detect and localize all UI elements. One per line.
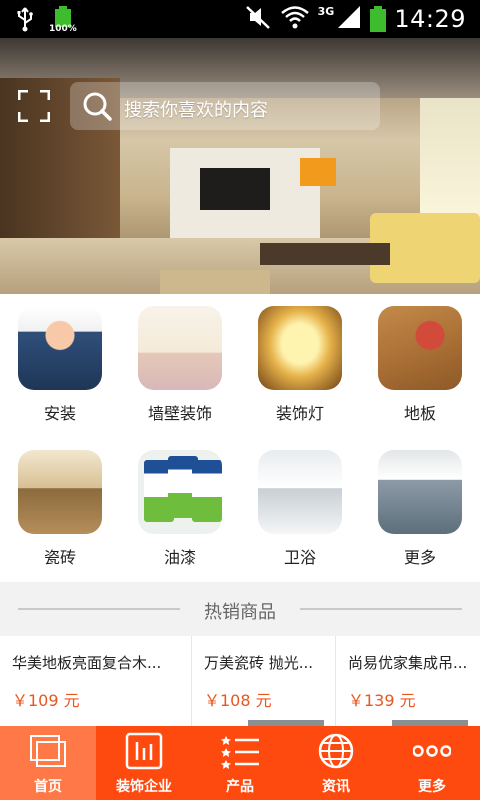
category-label: 油漆 bbox=[163, 548, 196, 567]
product-name: 华美地板亮面复合木... bbox=[12, 654, 162, 672]
category-bathroom[interactable]: 卫浴 bbox=[240, 438, 360, 582]
banner-image-accent-block bbox=[300, 158, 336, 186]
category-label: 墙壁装饰 bbox=[147, 404, 212, 423]
usb-icon bbox=[14, 6, 36, 32]
status-bar: 100% 3G 14:29 bbox=[0, 0, 480, 38]
nav-item-enterprise[interactable]: 装饰企业 bbox=[96, 726, 192, 800]
tile-thumbnail bbox=[18, 450, 102, 534]
network-type-label: 3G bbox=[317, 4, 335, 18]
paint-thumbnail bbox=[138, 450, 222, 534]
scan-icon[interactable] bbox=[17, 89, 51, 123]
category-label: 安装 bbox=[43, 404, 76, 423]
divider-right bbox=[300, 608, 462, 610]
clock: 14:29 bbox=[394, 5, 466, 33]
wall-decor-thumbnail bbox=[138, 306, 222, 390]
category-tile[interactable]: 瓷砖 bbox=[0, 438, 120, 582]
battery-small-icon: 100% bbox=[49, 6, 77, 34]
category-paint[interactable]: 油漆 bbox=[120, 438, 240, 582]
category-more[interactable]: 更多 bbox=[360, 438, 480, 582]
product-price: ￥109 元 bbox=[12, 691, 80, 710]
product-list-icon bbox=[221, 732, 259, 770]
product-price: ￥139 元 bbox=[348, 691, 416, 710]
battery-icon bbox=[370, 6, 387, 32]
nav-item-products[interactable]: 产品 bbox=[192, 726, 288, 800]
signal-icon bbox=[336, 4, 362, 34]
category-label: 装饰灯 bbox=[275, 404, 324, 423]
more-dots-icon bbox=[412, 732, 452, 770]
bottom-nav: 首页 装饰企业 产品 资讯 更多 bbox=[0, 726, 480, 800]
search-icon bbox=[82, 91, 112, 121]
hero-banner[interactable]: 搜索你喜欢的内容 bbox=[0, 38, 480, 294]
hot-products-header: 热销商品 bbox=[0, 582, 480, 636]
product-card[interactable]: 尚易优家集成吊... ￥139 元 bbox=[336, 636, 480, 726]
nav-label: 装饰企业 bbox=[116, 779, 172, 795]
wifi-icon bbox=[280, 4, 310, 34]
search-placeholder[interactable]: 搜索你喜欢的内容 bbox=[124, 96, 268, 122]
nav-label: 资讯 bbox=[322, 779, 350, 795]
banner-image-ottoman bbox=[160, 270, 270, 294]
category-floor[interactable]: 地板 bbox=[360, 294, 480, 438]
nav-label: 更多 bbox=[418, 779, 446, 795]
category-label: 地板 bbox=[403, 404, 436, 423]
category-label: 卫浴 bbox=[283, 548, 316, 567]
globe-icon bbox=[317, 732, 355, 770]
nav-label: 首页 bbox=[34, 779, 62, 795]
category-label: 更多 bbox=[403, 548, 436, 567]
enterprise-icon bbox=[125, 732, 163, 770]
hot-products-title: 热销商品 bbox=[204, 602, 276, 623]
decor-lamp-thumbnail bbox=[258, 306, 342, 390]
floor-thumbnail bbox=[378, 306, 462, 390]
nav-item-news[interactable]: 资讯 bbox=[288, 726, 384, 800]
category-install[interactable]: 安装 bbox=[0, 294, 120, 438]
nav-item-more[interactable]: 更多 bbox=[384, 726, 480, 800]
banner-image-table bbox=[260, 243, 390, 265]
category-label: 瓷砖 bbox=[43, 548, 76, 567]
home-icon bbox=[29, 732, 67, 770]
category-decor-lamp[interactable]: 装饰灯 bbox=[240, 294, 360, 438]
mute-icon bbox=[244, 4, 272, 34]
category-wall-decor[interactable]: 墙壁装饰 bbox=[120, 294, 240, 438]
installers-thumbnail bbox=[18, 306, 102, 390]
product-name: 尚易优家集成吊... bbox=[348, 654, 468, 672]
product-card[interactable]: 华美地板亮面复合木... ￥109 元 bbox=[0, 636, 192, 726]
product-card[interactable]: 万美瓷砖 抛光... ￥108 元 bbox=[192, 636, 336, 726]
product-price: ￥108 元 bbox=[204, 691, 272, 710]
product-name: 万美瓷砖 抛光... bbox=[204, 654, 314, 672]
nav-label: 产品 bbox=[226, 779, 254, 795]
nav-item-home[interactable]: 首页 bbox=[0, 726, 96, 800]
hot-products-list: 华美地板亮面复合木... ￥109 元 万美瓷砖 抛光... ￥108 元 尚易… bbox=[0, 636, 480, 726]
battery-percent-label: 100% bbox=[49, 24, 77, 34]
bathroom-thumbnail bbox=[258, 450, 342, 534]
more-thumbnail bbox=[378, 450, 462, 534]
banner-image-tv bbox=[200, 168, 270, 210]
